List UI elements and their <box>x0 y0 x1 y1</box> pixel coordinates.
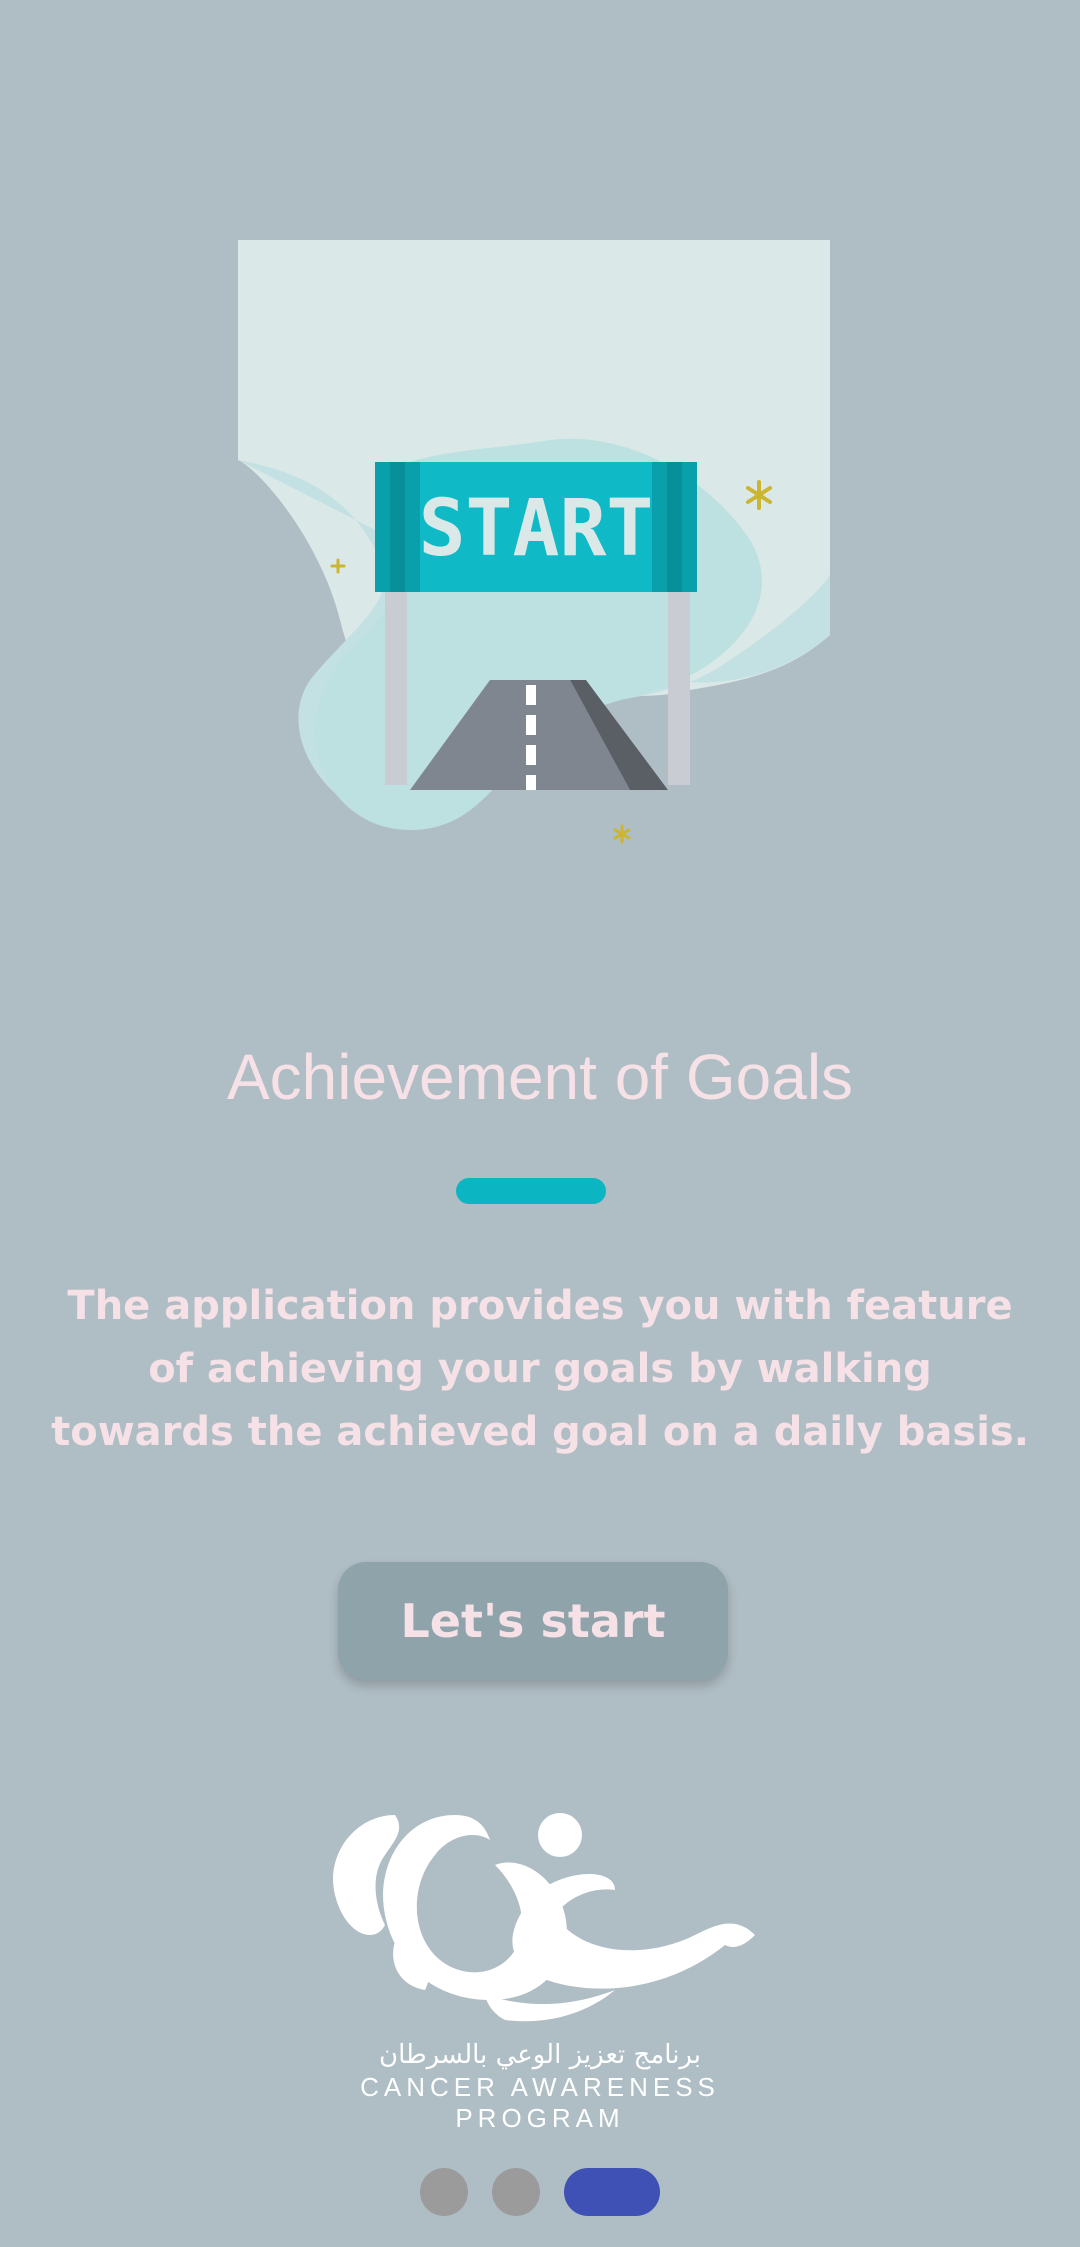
page-dot-3-active[interactable] <box>564 2168 660 2216</box>
start-sign-illustration: START <box>238 240 830 844</box>
page-title: Achievement of Goals <box>226 1041 854 1113</box>
page-dot-2[interactable] <box>492 2168 540 2216</box>
feature-description: The application provides you with featur… <box>51 1283 1029 1455</box>
cancer-awareness-logo <box>333 1813 755 2022</box>
logo-english-text: CANCER AWARENESS PROGRAM <box>360 2072 720 2133</box>
lets-start-button[interactable]: Let's start <box>338 1562 728 1680</box>
start-sign-text: START <box>419 484 654 574</box>
title-underline <box>456 1178 606 1204</box>
page-dot-1[interactable] <box>420 2168 468 2216</box>
logo-arabic-text: برنامج تعزيز الوعي بالسرطان <box>378 2040 702 2070</box>
page-indicator <box>420 2168 660 2216</box>
